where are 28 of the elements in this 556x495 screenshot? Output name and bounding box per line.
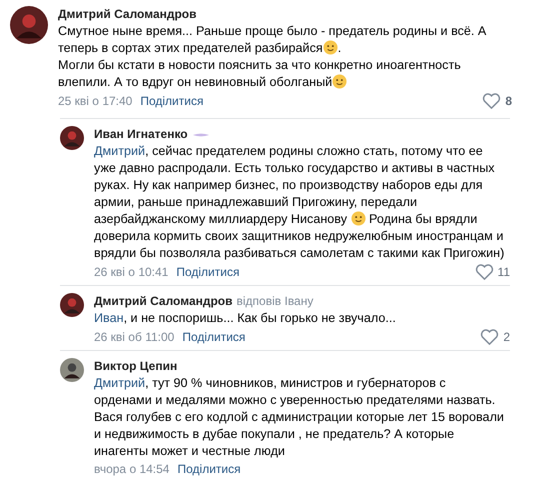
author-name[interactable]: Виктор Цепин xyxy=(94,358,178,375)
like-count: 11 xyxy=(498,265,510,280)
avatar[interactable] xyxy=(60,293,84,317)
author-name[interactable]: Дмитрий Саломандров xyxy=(58,6,197,23)
comment-text: Иван, и не поспоришь... Как бы горько не звучало... xyxy=(94,310,397,327)
comment-text: Смутное ныне время... Раньше проще было - предатель родины и всё. А теперь в сортах этих предателей разбирайся . Могли бы кстати в новости пояснить за что конкретно иноагентность влепили. А то вдруг он невиновный оболганый xyxy=(58,23,488,91)
emoji-icon xyxy=(350,211,366,226)
avatar[interactable] xyxy=(60,358,84,382)
share-link[interactable]: Поділитися xyxy=(140,94,204,109)
author-name[interactable]: Дмитрий Саломандров xyxy=(94,293,233,310)
avatar[interactable] xyxy=(10,6,48,44)
share-link[interactable]: Поділитися xyxy=(177,462,241,477)
emoji-icon xyxy=(332,74,348,89)
share-link[interactable]: Поділитися xyxy=(182,330,246,345)
comment-text: Дмитрий, сейчас предателем родины сложно стать, потому что ее уже давно распродали. Есть только государство и активы в частных руках. Ну как например бизнес, по производству наборов еды для армии, раньше принадлежавший Пригожину, передали азербайджанскому миллиардеру Нисанову Родина бы врядли доверила кормить своих защитников недружелюбным иностранцам и врядли бы позволяла разбиваться самолетам с такими как Пригожин) xyxy=(94,143,506,262)
avatar[interactable] xyxy=(60,126,84,150)
like-icon[interactable] xyxy=(482,93,502,110)
author-name[interactable]: Иван Игнатенко xyxy=(94,126,188,143)
like-count: 8 xyxy=(505,94,512,109)
mention-link[interactable]: Дмитрий xyxy=(94,376,146,390)
mention-link[interactable]: Иван xyxy=(94,311,124,325)
like-count: 2 xyxy=(503,330,510,345)
comment-text: Дмитрий, тут 90 % чиновников, министров и губернаторов с орденами и медалями можно с уверенностью предателями назвать. Вася голубев с его кодлой с администрации которые лет 15 воровали и недвижимость в дубае покупали , не предатель? А которые инагенты может и честные люди xyxy=(94,375,505,460)
mention-link[interactable]: Дмитрий xyxy=(94,144,146,158)
like-icon[interactable] xyxy=(474,264,494,281)
emoji-icon xyxy=(322,40,338,55)
share-link[interactable]: Поділитися xyxy=(176,265,240,280)
like-icon[interactable] xyxy=(480,329,500,346)
